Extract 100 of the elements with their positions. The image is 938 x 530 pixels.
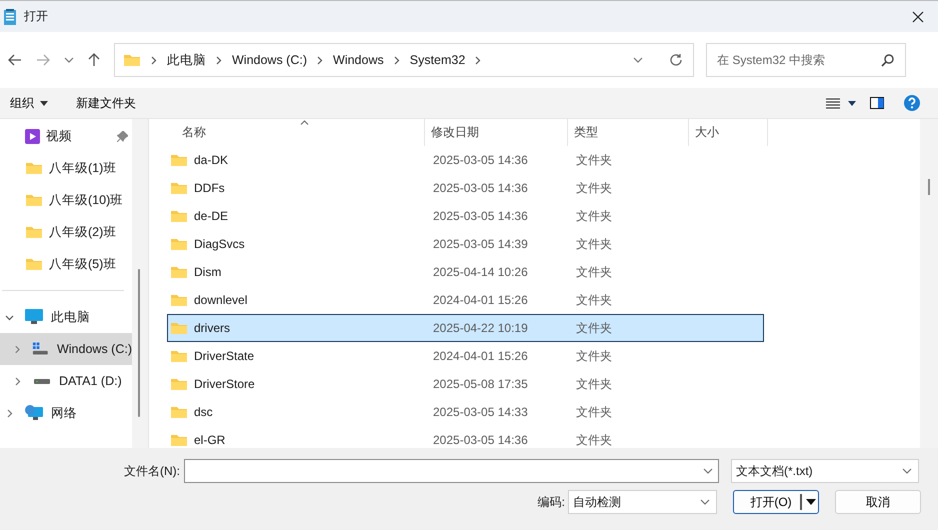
date-cell-text: 2025-05-08 17:35 xyxy=(432,377,529,391)
file-row[interactable]: DriverStore 2025-05-08 17:35 文件夹 xyxy=(167,370,764,398)
chevron-down-icon[interactable] xyxy=(703,468,713,474)
column-header[interactable]: 修改日期 xyxy=(425,119,568,146)
tree-item[interactable]: 网络 xyxy=(0,397,132,429)
type-cell-text: 文件夹 xyxy=(575,236,613,252)
chevron-right-icon xyxy=(394,56,400,64)
file-row[interactable]: downlevel 2024-04-01 15:26 文件夹 xyxy=(167,286,764,314)
file-row[interactable]: drivers 2025-04-22 10:19 文件夹 xyxy=(167,314,764,342)
date-cell-text: 2025-03-05 14:36 xyxy=(432,433,529,447)
system-drive-icon xyxy=(32,342,49,356)
breadcrumb[interactable]: 此电脑 xyxy=(167,52,206,68)
encoding-label: 编码: xyxy=(536,494,566,510)
file-row[interactable]: DriverState 2024-04-01 15:26 文件夹 xyxy=(167,342,764,370)
folder-icon xyxy=(170,433,188,447)
chevron-right-icon[interactable] xyxy=(13,344,22,354)
file-row[interactable]: DDFs 2025-03-05 14:36 文件夹 xyxy=(167,174,764,202)
breadcrumb[interactable]: Windows (C:) xyxy=(232,53,308,67)
breadcrumb[interactable]: System32 xyxy=(410,53,466,67)
file-row[interactable]: dsc 2025-03-05 14:33 文件夹 xyxy=(167,398,764,426)
chevron-right-icon xyxy=(317,56,324,64)
preview-pane-icon[interactable] xyxy=(870,97,884,109)
folder-icon xyxy=(170,209,188,223)
chevron-right-icon xyxy=(475,56,482,64)
tree-item[interactable]: 此电脑 xyxy=(0,301,132,333)
close-icon xyxy=(912,10,924,22)
sidebar-item[interactable]: 视频 xyxy=(0,120,132,152)
folder-icon xyxy=(170,293,188,307)
date-cell-text: 2025-03-05 14:39 xyxy=(432,237,529,251)
list-view-icon[interactable] xyxy=(826,98,840,108)
date-cell-text: 2025-03-05 14:36 xyxy=(432,181,529,195)
filename-label: 文件名(N): xyxy=(123,462,181,480)
chevron-right-icon[interactable] xyxy=(13,376,22,386)
breadcrumb[interactable]: Windows xyxy=(333,53,384,67)
search-icon xyxy=(881,54,894,67)
date-cell-text: 2024-04-01 15:26 xyxy=(432,349,529,363)
chevron-down-icon[interactable] xyxy=(633,57,643,63)
file-name: da-DK xyxy=(194,153,228,167)
open-button[interactable]: 打开(O) xyxy=(733,490,819,514)
column-header[interactable]: 大小 xyxy=(689,119,768,146)
scrollbar-thumb[interactable] xyxy=(138,269,140,417)
refresh-icon[interactable] xyxy=(669,53,683,67)
sidebar-item[interactable]: 八年级(5)班 xyxy=(0,248,132,280)
window-title: 打开 xyxy=(24,8,48,25)
file-name: de-DE xyxy=(194,209,228,223)
folder-icon xyxy=(170,181,188,195)
file-name: Dism xyxy=(194,265,222,279)
date-cell-text: 2025-04-22 10:19 xyxy=(432,321,529,335)
type-cell-text: 文件夹 xyxy=(575,320,613,336)
filename-field[interactable] xyxy=(184,459,719,483)
sidebar-item[interactable]: 八年级(10)班 xyxy=(0,184,132,216)
file-name: DiagSvcs xyxy=(194,237,245,251)
file-row[interactable]: el-GR 2025-03-05 14:36 文件夹 xyxy=(167,426,764,448)
type-cell-text: 文件夹 xyxy=(575,348,613,364)
organize-menu[interactable]: 组织 xyxy=(4,90,54,116)
tree-item[interactable]: DATA1 (D:) xyxy=(0,365,132,397)
folder-icon xyxy=(25,161,43,175)
type-cell-text: 文件夹 xyxy=(575,264,613,280)
type-cell-text: 文件夹 xyxy=(575,376,613,392)
type-cell-text: 文件夹 xyxy=(575,180,613,196)
scrollbar-thumb[interactable] xyxy=(928,179,930,195)
back-arrow-icon[interactable] xyxy=(8,54,22,66)
folder-icon xyxy=(170,321,188,335)
help-icon[interactable] xyxy=(904,95,920,111)
search-field[interactable]: 在 System32 中搜索 xyxy=(706,43,906,77)
chevron-down-icon[interactable] xyxy=(5,312,14,322)
up-arrow-icon[interactable] xyxy=(88,53,100,67)
folder-icon xyxy=(25,193,43,207)
new-folder-button[interactable]: 新建文件夹 xyxy=(70,90,142,116)
address-bar[interactable]: 此电脑 Windows (C:) Windows System32 xyxy=(114,43,694,77)
folder-icon xyxy=(25,257,43,271)
file-name: DriverState xyxy=(194,349,254,363)
file-row[interactable]: da-DK 2025-03-05 14:36 文件夹 xyxy=(167,146,764,174)
date-cell-text: 2025-04-14 10:26 xyxy=(432,265,529,279)
encoding-dropdown[interactable]: 自动检测 xyxy=(568,490,717,514)
caret-icon[interactable] xyxy=(848,100,856,106)
chevron-down-icon[interactable] xyxy=(64,57,74,63)
file-row[interactable]: DiagSvcs 2025-03-05 14:39 文件夹 xyxy=(167,230,764,258)
file-row[interactable]: de-DE 2025-03-05 14:36 文件夹 xyxy=(167,202,764,230)
chevron-right-icon[interactable] xyxy=(5,408,14,418)
sidebar-item[interactable]: 八年级(2)班 xyxy=(0,216,132,248)
monitor-icon xyxy=(25,309,43,325)
file-type-dropdown[interactable]: 文本文档(*.txt) xyxy=(731,459,919,483)
file-name: downlevel xyxy=(194,293,248,307)
date-cell-text: 2025-03-05 14:33 xyxy=(432,405,529,419)
tree-item[interactable]: Windows (C:) xyxy=(0,333,132,365)
column-header[interactable]: 类型 xyxy=(568,119,689,146)
forward-arrow-icon[interactable] xyxy=(36,54,50,66)
file-row[interactable]: Dism 2025-04-14 10:26 文件夹 xyxy=(167,258,764,286)
type-cell-text: 文件夹 xyxy=(575,208,613,224)
sidebar-item[interactable]: 八年级(1)班 xyxy=(0,152,132,184)
folder-icon xyxy=(170,237,188,251)
notepad-icon xyxy=(4,8,16,24)
chevron-down-icon xyxy=(700,499,710,505)
column-header[interactable]: 名称 xyxy=(149,119,425,146)
type-cell-text: 文件夹 xyxy=(575,404,613,420)
type-cell-text: 文件夹 xyxy=(575,152,613,168)
cancel-button[interactable]: 取消 xyxy=(835,490,921,514)
file-name: drivers xyxy=(194,321,230,335)
chevron-down-icon xyxy=(902,468,912,474)
